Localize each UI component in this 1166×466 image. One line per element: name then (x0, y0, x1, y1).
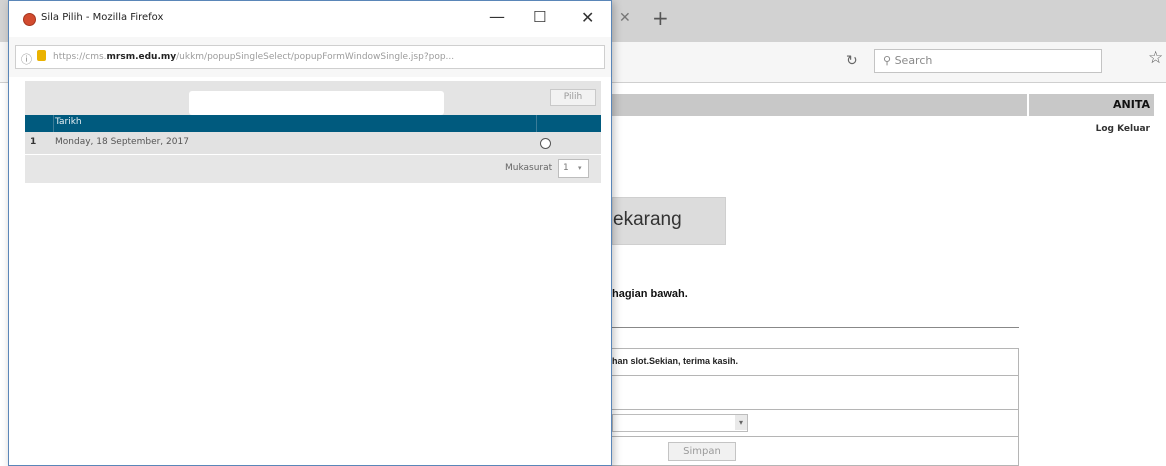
header-divider (1027, 94, 1029, 116)
plus-icon[interactable]: + (652, 6, 669, 30)
search-placeholder: Search (894, 54, 933, 67)
reload-icon[interactable]: ↻ (846, 53, 858, 69)
notice-text: han slot.Sekian, terima kasih. (612, 356, 739, 366)
logout-link[interactable]: Log Keluar (1060, 124, 1150, 134)
pilih-button[interactable]: Pilih (550, 89, 596, 106)
form-row-divider (612, 409, 1019, 410)
url-prefix: https://cms. (53, 52, 107, 62)
pager-label: Mukasurat (505, 163, 553, 173)
page-select[interactable]: 1 (558, 159, 589, 178)
chevron-down-icon[interactable]: ▾ (735, 415, 747, 430)
column-divider (53, 115, 54, 132)
divider (612, 327, 1019, 328)
column-header-tarikh: Tarikh (55, 117, 82, 127)
url-text: https://cms.mrsm.edu.my/ukkm/popupSingle… (53, 52, 603, 62)
row-select-radio[interactable] (540, 138, 551, 149)
maximize-icon[interactable]: ☐ (533, 8, 546, 26)
chevron-down-icon[interactable]: ▾ (578, 164, 582, 172)
form-row-divider (612, 436, 1019, 437)
search-input[interactable]: ⚲ Search (874, 49, 1102, 73)
info-icon[interactable]: ⓘ (21, 51, 32, 67)
close-icon[interactable]: ✕ (619, 10, 631, 26)
form-row-divider (612, 375, 1019, 376)
popup-title: Sila Pilih - Mozilla Firefox (41, 12, 164, 23)
table-header (25, 115, 601, 132)
primary-action-button[interactable]: ekarang (612, 197, 726, 245)
page-header-bar (612, 94, 1154, 116)
slot-select[interactable] (612, 414, 748, 432)
row-number: 1 (30, 137, 37, 147)
firefox-icon (23, 13, 36, 26)
column-divider (536, 115, 537, 132)
search-icon: ⚲ (883, 54, 892, 67)
star-icon[interactable]: ☆ (1148, 48, 1163, 68)
minimize-icon[interactable]: — (489, 7, 505, 26)
redacted-field (189, 91, 444, 115)
row-date: Monday, 18 September, 2017 (55, 137, 189, 147)
save-button[interactable]: Simpan (668, 442, 736, 461)
close-icon[interactable]: ✕ (581, 8, 594, 27)
popup-window: Sila Pilih - Mozilla Firefox — ☐ ✕ ⓘ htt… (8, 0, 612, 466)
lock-icon (37, 50, 46, 61)
url-suffix: /ukkm/popupSingleSelect/popupFormWindowS… (176, 52, 455, 62)
url-domain: mrsm.edu.my (106, 52, 177, 62)
instruction-text: hagian bawah. (612, 288, 688, 300)
user-name: ANITA (1113, 98, 1150, 111)
